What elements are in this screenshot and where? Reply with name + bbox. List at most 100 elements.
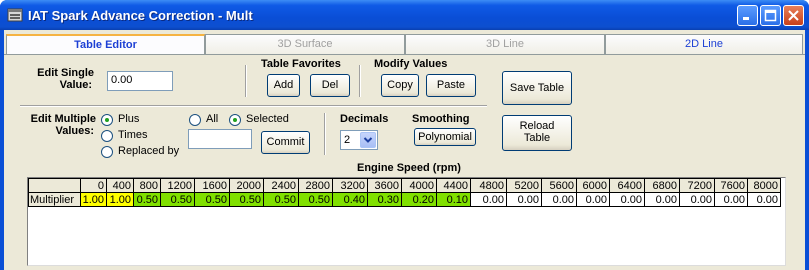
table-cell[interactable]: 0.00 — [644, 192, 680, 207]
table-cell[interactable]: 0.50 — [263, 192, 299, 207]
tab-2d-line[interactable]: 2D Line — [605, 34, 803, 54]
table-cell[interactable]: 0.00 — [470, 192, 507, 207]
radio-selected-label: Selected — [246, 113, 289, 125]
chevron-down-icon[interactable] — [360, 132, 376, 148]
column-header-cell[interactable]: 6800 — [644, 178, 680, 193]
tab-3d-line[interactable]: 3D Line — [405, 34, 605, 54]
maximize-button[interactable] — [760, 5, 781, 26]
row-header-multiplier[interactable]: Multiplier — [28, 192, 81, 207]
column-header-cell[interactable]: 4800 — [470, 178, 507, 193]
column-header-cell[interactable]: 5600 — [541, 178, 577, 193]
table-cell[interactable]: 1.00 — [80, 192, 107, 207]
table-cell[interactable]: 0.50 — [133, 192, 161, 207]
column-header-cell[interactable]: 1600 — [194, 178, 230, 193]
column-header-cell[interactable]: 5200 — [506, 178, 542, 193]
column-header-cell[interactable]: 4400 — [436, 178, 471, 193]
table-cell[interactable]: 0.50 — [229, 192, 264, 207]
separator — [359, 65, 361, 97]
column-header-cell[interactable]: 3200 — [332, 178, 368, 193]
column-header-cell[interactable]: 2800 — [298, 178, 333, 193]
separator — [324, 113, 326, 155]
maximize-icon — [764, 9, 777, 22]
radio-replaced-by[interactable] — [101, 146, 113, 158]
tab-strip: Table Editor 3D Surface 3D Line 2D Line — [4, 34, 805, 55]
table-cell[interactable]: 0.20 — [401, 192, 437, 207]
table-row: Multiplier 1.00 1.00 0.50 0.50 0.50 0.50 0.50 0… — [28, 192, 781, 207]
table-cell[interactable]: 0.00 — [679, 192, 715, 207]
reload-table-button[interactable]: Reload Table — [502, 115, 572, 151]
radio-plus-label: Plus — [118, 113, 140, 125]
table-cell[interactable]: 0.00 — [609, 192, 645, 207]
corner-cell — [28, 178, 81, 193]
table-cell[interactable]: 0.50 — [298, 192, 333, 207]
table-cell[interactable]: 0.00 — [506, 192, 542, 207]
commit-button[interactable]: Commit — [261, 131, 310, 154]
column-header-cell[interactable]: 3600 — [367, 178, 402, 193]
minimize-icon — [743, 17, 749, 20]
radio-all-label: All — [206, 113, 219, 125]
minimize-button[interactable] — [737, 5, 758, 26]
radio-times[interactable] — [101, 130, 113, 142]
column-header-cell[interactable]: 2400 — [263, 178, 299, 193]
column-header-cell[interactable]: 6400 — [609, 178, 645, 193]
title-bar[interactable]: IAT Spark Advance Correction - Mult — [0, 0, 809, 30]
reload-table-label-line1: Reload — [519, 120, 555, 132]
table-favorites-title: Table Favorites — [261, 58, 341, 70]
data-table: 0 400 800 1200 1600 2000 2400 2800 3200 3600 4000 4… — [28, 178, 781, 207]
column-header-cell[interactable]: 400 — [106, 178, 134, 193]
table-cell[interactable]: 0.00 — [747, 192, 781, 207]
table-cell[interactable]: 0.40 — [332, 192, 368, 207]
paste-button[interactable]: Paste — [426, 74, 476, 97]
column-header-cell[interactable]: 0 — [80, 178, 107, 193]
column-header-cell[interactable]: 1200 — [160, 178, 195, 193]
table-cell[interactable]: 0.30 — [367, 192, 402, 207]
smoothing-title: Smoothing — [412, 113, 470, 125]
copy-button[interactable]: Copy — [381, 74, 419, 97]
window-client: Table Editor 3D Surface 3D Line 2D Line … — [4, 30, 805, 270]
column-header-cell[interactable]: 800 — [133, 178, 161, 193]
decimals-select[interactable]: 2 — [340, 130, 378, 150]
radio-plus[interactable] — [101, 114, 113, 126]
decimals-title: Decimals — [340, 113, 389, 125]
axis-title: Engine Speed (rpm) — [357, 162, 461, 174]
column-header-cell[interactable]: 7200 — [679, 178, 715, 193]
table-cell[interactable]: 0.50 — [160, 192, 195, 207]
radio-times-label: Times — [118, 129, 148, 141]
table-cell[interactable]: 0.10 — [436, 192, 471, 207]
table-cell[interactable]: 0.00 — [576, 192, 610, 207]
table-cell[interactable]: 0.50 — [194, 192, 230, 207]
table-cell[interactable]: 0.00 — [541, 192, 577, 207]
modify-values-title: Modify Values — [374, 58, 448, 70]
column-header-cell[interactable]: 2000 — [229, 178, 264, 193]
data-table-grid: 0 400 800 1200 1600 2000 2400 2800 3200 3600 4000 4… — [27, 177, 786, 266]
separator — [245, 65, 247, 97]
tab-table-editor[interactable]: Table Editor — [6, 34, 205, 55]
column-header-cell[interactable]: 8000 — [747, 178, 781, 193]
tab-3d-surface[interactable]: 3D Surface — [205, 34, 405, 54]
add-favorite-button[interactable]: Add — [267, 74, 300, 97]
decimals-value: 2 — [344, 134, 351, 146]
window-title: IAT Spark Advance Correction - Mult — [28, 8, 253, 23]
edit-single-value-input[interactable]: 0.00 — [107, 71, 173, 91]
close-button[interactable] — [783, 5, 804, 26]
app-window-icon[interactable] — [7, 7, 23, 23]
column-header-cell[interactable]: 6000 — [576, 178, 610, 193]
edit-multiple-label: Edit Multiple Values: — [30, 113, 96, 137]
reload-table-label-line2: Table — [523, 132, 551, 144]
polynomial-smoothing-button[interactable]: Polynomial — [414, 128, 476, 146]
delete-favorite-button[interactable]: Del — [310, 74, 350, 97]
edit-multiple-value-input[interactable] — [188, 129, 252, 149]
column-header-cell[interactable]: 4000 — [401, 178, 437, 193]
table-cell[interactable]: 0.00 — [714, 192, 748, 207]
column-header-row: 0 400 800 1200 1600 2000 2400 2800 3200 3600 4000 4… — [28, 178, 781, 193]
radio-selected[interactable] — [229, 114, 241, 126]
table-cell[interactable]: 1.00 — [106, 192, 134, 207]
close-icon — [788, 10, 799, 21]
edit-single-label: Edit Single Value: — [37, 67, 94, 91]
radio-replaced-by-label: Replaced by — [118, 145, 180, 157]
section-separator — [20, 105, 487, 107]
column-header-cell[interactable]: 7600 — [714, 178, 748, 193]
app-window: IAT Spark Advance Correction - Mult Tabl… — [0, 0, 809, 270]
radio-all[interactable] — [189, 114, 201, 126]
save-table-button[interactable]: Save Table — [502, 71, 572, 105]
